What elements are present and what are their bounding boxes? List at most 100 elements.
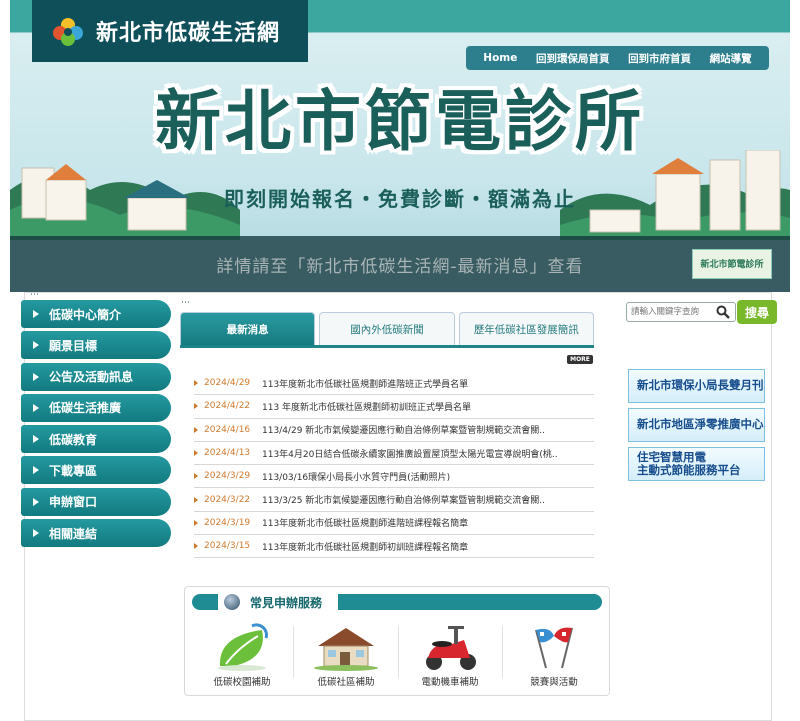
promo-label: 主動式節能服務平台 <box>637 463 741 477</box>
sidebar-item-downloads[interactable]: 下載專區 <box>21 456 171 485</box>
news-title[interactable]: 113 年度新北市低碳社區規劃師初訓班正式學員名單 <box>262 400 471 413</box>
decorative-dots: ⋯ <box>181 298 191 308</box>
sidebar-item-promotion[interactable]: 低碳生活推廣 <box>21 393 171 422</box>
site-title: 新北市低碳生活網 <box>96 21 281 46</box>
bullet-icon <box>194 380 198 387</box>
sidebar-item-label: 願景目標 <box>49 338 98 353</box>
sidebar-item-vision[interactable]: 願景目標 <box>21 331 171 360</box>
sidebar-item-related-links[interactable]: 相關連結 <box>21 519 171 548</box>
site-logo[interactable]: 新北市低碳生活網 <box>32 0 308 62</box>
services-title: 常見申辦服務 <box>250 595 323 610</box>
list-item[interactable]: 2024/3/15 113年度新北市低碳社區規劃師初訓班課程報名簡章 <box>194 535 594 559</box>
service-label: 低碳社區補助 <box>317 677 375 688</box>
promo-eco-bimonthly[interactable]: 新北市環保小局長雙月刊 <box>628 369 765 403</box>
sidebar-item-label: 低碳教育 <box>49 432 98 447</box>
tab-underline <box>180 345 594 348</box>
sidebar-item-label: 相關連結 <box>49 526 98 541</box>
promo-net-zero-center[interactable]: 新北市地區淨零推廣中心 <box>628 408 765 442</box>
arrow-right-icon <box>33 466 39 475</box>
sidebar-item-announcements[interactable]: 公告及活動訊息 <box>21 362 171 391</box>
banner-thumbnail[interactable]: 新北市節電診所 <box>692 249 772 279</box>
globe-icon <box>224 594 240 610</box>
sidebar-item-label: 公告及活動訊息 <box>49 370 134 385</box>
sidebar-item-education[interactable]: 低碳教育 <box>21 425 171 454</box>
banner-subtitle: 即刻開始報名・免費診斷・額滿為止 <box>224 187 576 211</box>
sidebar-item-label: 低碳生活推廣 <box>49 401 122 416</box>
arrow-right-icon <box>33 497 39 506</box>
list-item[interactable]: 2024/3/29 113/03/16環保小局長小水質守門員(活動照片) <box>194 465 594 489</box>
nav-epa-home-link[interactable]: 回到環保局首頁 <box>536 51 610 66</box>
news-title[interactable]: 113年度新北市低碳社區規劃師進階班正式學員名單 <box>262 377 468 390</box>
news-list: 2024/4/29 113年度新北市低碳社區規劃師進階班正式學員名單 2024/4… <box>194 372 594 559</box>
service-label: 電動機車補助 <box>421 677 479 688</box>
more-button[interactable]: MORE <box>567 355 593 364</box>
arrow-right-icon <box>33 435 39 444</box>
news-title[interactable]: 113/03/16環保小局長小水質守門員(活動照片) <box>262 470 450 483</box>
banner-caption-strip: 詳情請至「新北市低碳生活網-最新消息」查看 <box>10 236 790 292</box>
news-date: 2024/3/22 <box>204 494 251 505</box>
list-item[interactable]: 2024/4/13 113年4月20日結合低碳永續家園推廣設置屋頂型太陽光電宣導說… <box>194 442 594 466</box>
list-item[interactable]: 2024/4/22 113 年度新北市低碳社區規劃師初訓班正式學員名單 <box>194 395 594 419</box>
news-title[interactable]: 113年度新北市低碳社區規劃師初訓班課程報名簡章 <box>262 540 468 553</box>
decorative-dots: ⋯ <box>30 290 40 300</box>
service-label: 競賽與活動 <box>530 677 578 688</box>
news-date: 2024/4/22 <box>204 401 251 412</box>
promo-label: 新北市環保小局長雙月刊 <box>637 378 764 393</box>
news-tabs: 最新消息 國內外低碳新聞 歷年低碳社區發展簡訊 <box>180 312 594 346</box>
scooter-icon <box>426 626 476 670</box>
service-label: 低碳校園補助 <box>213 677 271 688</box>
news-title[interactable]: 113/3/25 新北市氣候變遷因應行動自治條例草案暨管制規範交流會關.. <box>262 493 545 506</box>
tab-community-newsletter[interactable]: 歷年低碳社區發展簡訊 <box>458 312 594 346</box>
house-icon <box>314 628 378 671</box>
list-item[interactable]: 2024/4/16 113/4/29 新北市氣候變遷因應行動自治條例草案暨管制規範… <box>194 419 594 442</box>
nav-sitemap-link[interactable]: 網站導覽 <box>710 51 752 66</box>
banner-title: 新北市節電診所 <box>155 83 645 160</box>
race-flags-icon <box>535 627 573 669</box>
bullet-icon <box>194 473 198 480</box>
arrow-right-icon <box>33 529 39 538</box>
promo-text: 住宅智慧用電 主動式節能服務平台 <box>637 450 741 477</box>
news-date: 2024/4/13 <box>204 448 251 459</box>
service-school-subsidy[interactable]: 低碳校園補助 <box>190 622 294 688</box>
flower-logo-icon <box>53 18 83 46</box>
bullet-icon <box>194 519 198 526</box>
bullet-icon <box>194 543 198 550</box>
magnifier-icon[interactable] <box>716 305 730 319</box>
news-title[interactable]: 113年4月20日結合低碳永續家園推廣設置屋頂型太陽光電宣導說明會(桃.. <box>262 447 558 460</box>
service-competitions[interactable]: 競賽與活動 <box>502 622 606 688</box>
arrow-right-icon <box>33 310 39 318</box>
tab-low-carbon-news[interactable]: 國內外低碳新聞 <box>319 312 455 346</box>
news-date: 2024/4/16 <box>204 424 251 435</box>
sidebar-item-label: 申辦窗口 <box>49 495 98 510</box>
arrow-right-icon <box>33 403 39 412</box>
bullet-icon <box>194 403 198 410</box>
news-date: 2024/4/29 <box>204 378 251 389</box>
promo-smart-power[interactable]: 住宅智慧用電 主動式節能服務平台 <box>628 447 765 481</box>
sidebar-menu: 低碳中心簡介 願景目標 公告及活動訊息 低碳生活推廣 低碳教育 下載專區 申辦窗… <box>21 300 171 550</box>
arrow-right-icon <box>33 372 39 381</box>
news-date: 2024/3/29 <box>204 471 251 482</box>
service-community-subsidy[interactable]: 低碳社區補助 <box>294 622 398 688</box>
bullet-icon <box>194 450 198 457</box>
top-navigation: Home 回到環保局首頁 回到市府首頁 網站導覽 <box>466 46 769 70</box>
arrow-right-icon <box>33 341 39 350</box>
list-item[interactable]: 2024/4/29 113年度新北市低碳社區規劃師進階班正式學員名單 <box>194 372 594 396</box>
service-scooter-subsidy[interactable]: 電動機車補助 <box>398 622 502 688</box>
search-button[interactable]: 搜尋 <box>737 300 777 324</box>
bullet-icon <box>194 426 198 433</box>
news-title[interactable]: 113/4/29 新北市氣候變遷因應行動自治條例草案暨管制規範交流會關.. <box>262 423 545 436</box>
news-date: 2024/3/15 <box>204 541 251 552</box>
news-date: 2024/3/19 <box>204 517 251 528</box>
list-item[interactable]: 2024/3/22 113/3/25 新北市氣候變遷因應行動自治條例草案暨管制規範… <box>194 488 594 512</box>
banner-caption: 詳情請至「新北市低碳生活網-最新消息」查看 <box>216 256 584 277</box>
sidebar-item-application-window[interactable]: 申辦窗口 <box>21 487 171 516</box>
sidebar-item-center-intro[interactable]: 低碳中心簡介 <box>21 300 171 328</box>
tab-latest-news[interactable]: 最新消息 <box>180 312 316 346</box>
nav-city-home-link[interactable]: 回到市府首頁 <box>628 51 691 66</box>
list-item[interactable]: 2024/3/19 113年度新北市低碳社區規劃師進階班課程報名簡章 <box>194 512 594 536</box>
promo-label: 新北市地區淨零推廣中心 <box>637 417 764 432</box>
nav-home-link[interactable]: Home <box>483 52 517 64</box>
bullet-icon <box>194 496 198 503</box>
news-title[interactable]: 113年度新北市低碳社區規劃師進階班課程報名簡章 <box>262 516 468 529</box>
services-header: 常見申辦服務 <box>218 590 338 614</box>
